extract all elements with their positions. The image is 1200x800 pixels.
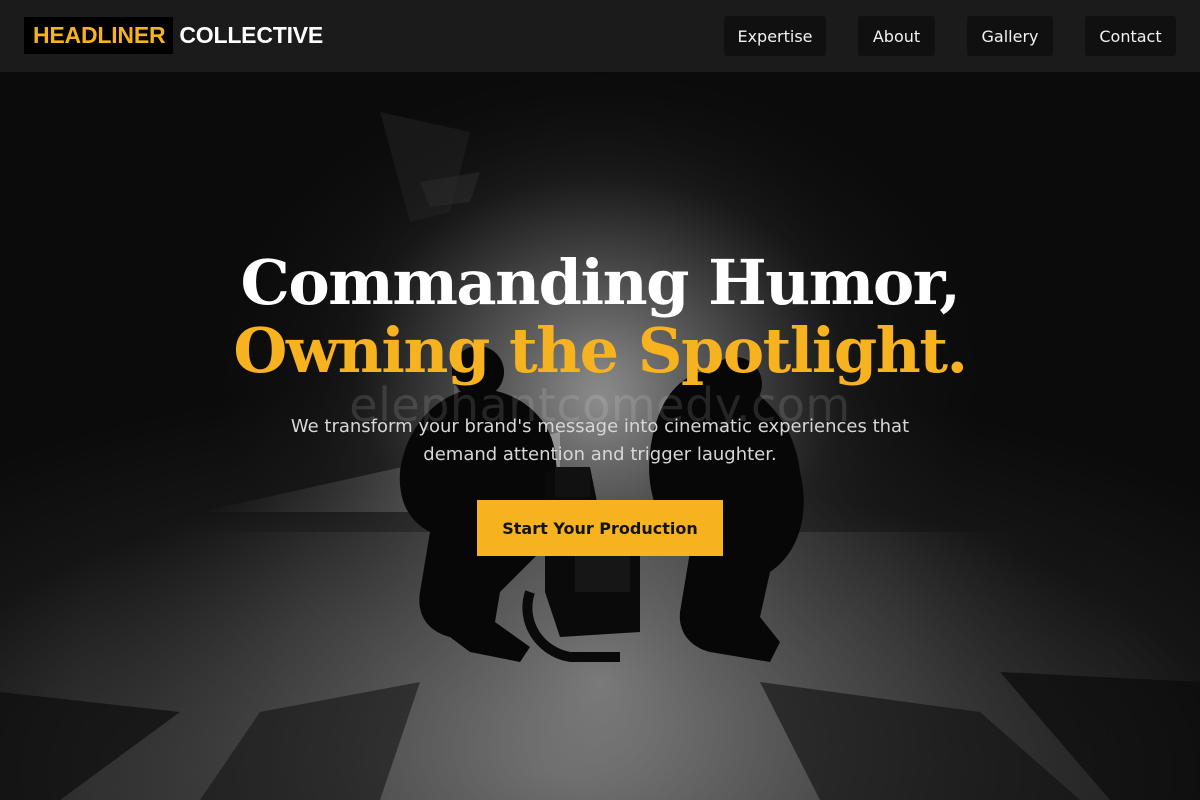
hero-headline-line2: Owning the Spotlight.: [233, 314, 968, 387]
watermark-text: elephantcomedy.com: [349, 378, 851, 432]
hero-headline-line1: Commanding Humor,: [240, 246, 961, 319]
hero-section: Commanding Humor, Owning the Spotlight. …: [0, 72, 1200, 800]
nav-link-gallery[interactable]: Gallery: [967, 16, 1053, 56]
start-production-button[interactable]: Start Your Production: [477, 500, 723, 556]
hero-content: Commanding Humor, Owning the Spotlight. …: [0, 72, 1200, 800]
nav-link-contact[interactable]: Contact: [1085, 16, 1176, 56]
top-navigation: HEADLINER COLLECTIVE Expertise About Gal…: [0, 0, 1200, 72]
brand-logo[interactable]: HEADLINER COLLECTIVE: [24, 17, 323, 54]
brand-logo-secondary: COLLECTIVE: [179, 22, 324, 48]
nav-link-expertise[interactable]: Expertise: [724, 16, 826, 56]
nav-link-about[interactable]: About: [858, 16, 935, 56]
brand-logo-primary: HEADLINER: [24, 17, 174, 54]
